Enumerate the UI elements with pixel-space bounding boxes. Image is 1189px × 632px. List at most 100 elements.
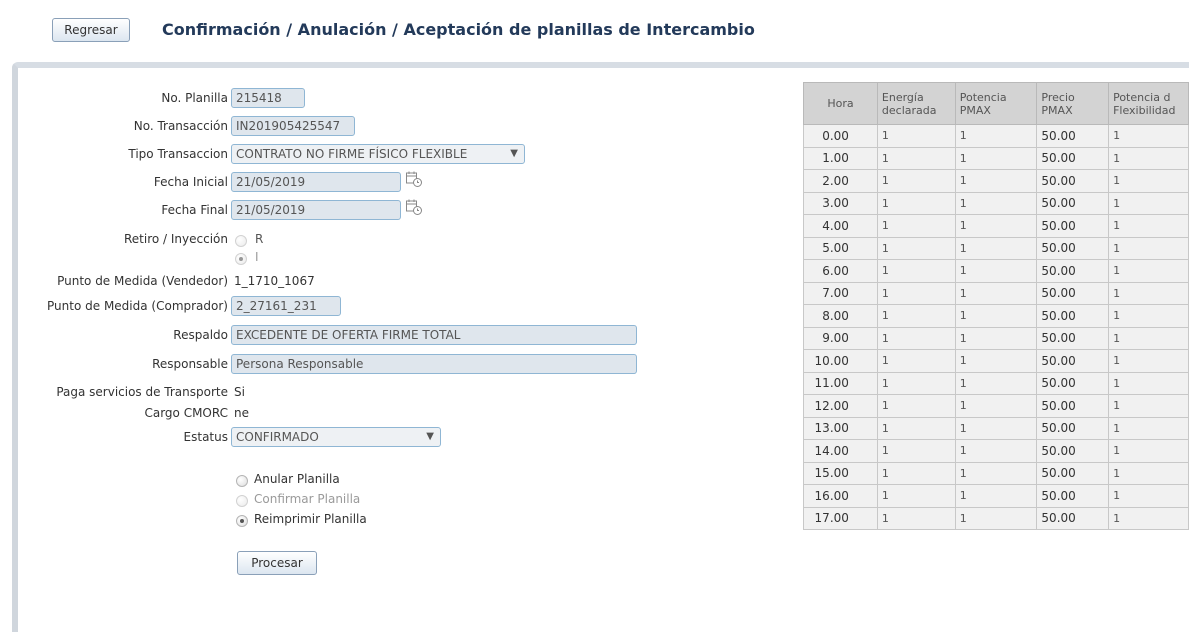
fecha-final-field[interactable]: 21/05/2019 [231,200,401,220]
cargo-cmorc-value: ne [234,406,249,420]
chevron-down-icon: ▼ [510,148,518,159]
confirmar-radio[interactable] [236,495,248,507]
table-cell: 1 [1108,124,1189,148]
column-header-text: Flexibilidad [1113,103,1176,117]
calendar-icon[interactable] [405,198,423,216]
table-cell: 50.00 [1036,439,1110,463]
table-cell: 1 [954,506,1038,530]
tipo-transaccion-select[interactable]: CONTRATO NO FIRME FÍSICO FLEXIBLE ▼ [231,144,525,164]
table-row: 14.00 1 1 50.00 1 [803,439,1189,463]
table-cell: 1 [1108,259,1189,283]
cargo-cmorc-label: Cargo CMORC [144,406,228,420]
column-header-text: declarada [881,103,937,117]
column-header-text: PMAX [959,103,991,117]
table-cell: 50.00 [1036,214,1110,238]
back-button[interactable]: Regresar [52,18,130,42]
table-cell: 1 [1108,484,1189,508]
table-cell: 5.00 [803,236,878,260]
table-cell: 1 [954,484,1038,508]
table-cell: 50.00 [1036,349,1110,373]
table-cell: 9.00 [803,326,878,350]
table-cell: 50.00 [1036,304,1110,328]
table-cell: 1 [1108,169,1189,193]
column-header-text: Precio [1041,90,1075,104]
table-cell: 1 [1108,146,1189,170]
respaldo-field[interactable]: EXCEDENTE DE OFERTA FIRME TOTAL [231,325,637,345]
table-cell: 16.00 [803,484,878,508]
respaldo-label: Respaldo [173,328,228,342]
fecha-inicial-label: Fecha Inicial [153,175,228,189]
page-title: Confirmación / Anulación / Aceptación de… [162,20,755,39]
punto-vendedor-label: Punto de Medida (Vendedor) [57,274,228,288]
table-cell: 1 [876,349,956,373]
table-cell: 50.00 [1036,484,1110,508]
punto-comprador-field[interactable]: 2_27161_231 [231,296,341,316]
table-cell: 1 [876,461,956,485]
reimprimir-radio-label: Reimprimir Planilla [254,512,367,526]
table-cell: 1 [876,214,956,238]
table-cell: 50.00 [1036,191,1110,215]
table-cell: 1 [954,281,1038,305]
punto-vendedor-value: 1_1710_1067 [234,274,315,288]
table-cell: 1 [1108,236,1189,260]
reimprimir-radio[interactable] [236,515,248,527]
paga-servicios-label: Paga servicios de Transporte [56,385,228,399]
table-row: 16.00 1 1 50.00 1 [803,484,1189,508]
table-cell: 1 [1108,394,1189,418]
punto-comprador-label: Punto de Medida (Comprador) [47,299,228,313]
table-row: 4.00 1 1 50.00 1 [803,214,1189,238]
table-cell: 1 [954,371,1038,395]
anular-radio-label: Anular Planilla [254,472,340,486]
table-cell: 0.00 [803,124,878,148]
table-cell: 1 [1108,416,1189,440]
fecha-inicial-field[interactable]: 21/05/2019 [231,172,401,192]
responsable-field[interactable]: Persona Responsable [231,354,637,374]
table-cell: 8.00 [803,304,878,328]
no-planilla-label: No. Planilla [161,91,228,105]
table-row: 11.00 1 1 50.00 1 [803,371,1189,395]
estatus-select[interactable]: CONFIRMADO ▼ [231,427,441,447]
fecha-final-label: Fecha Final [161,203,228,217]
column-header: Hora [803,82,878,125]
no-planilla-field[interactable]: 215418 [231,88,305,108]
table-cell: 1 [1108,461,1189,485]
table-cell: 1.00 [803,146,878,170]
table-row: 8.00 1 1 50.00 1 [803,304,1189,328]
calendar-icon[interactable] [405,170,423,188]
column-header: Potencia PMAX [954,82,1038,125]
inyeccion-radio[interactable] [235,253,247,265]
table-row: 3.00 1 1 50.00 1 [803,191,1189,215]
table-row: 5.00 1 1 50.00 1 [803,236,1189,260]
table-cell: 12.00 [803,394,878,418]
table-cell: 1 [954,394,1038,418]
table-cell: 1 [954,146,1038,170]
table-cell: 3.00 [803,191,878,215]
retiro-radio[interactable] [235,235,247,247]
table-body: 0.00 1 1 50.00 1 1.00 1 1 50.00 1 2.00 1 1 50.00 1 3.00… [803,124,1189,530]
table-cell: 50.00 [1036,259,1110,283]
table-row: 0.00 1 1 50.00 1 [803,124,1189,148]
table-row: 13.00 1 1 50.00 1 [803,416,1189,440]
table-cell: 1 [876,416,956,440]
table-cell: 1 [876,371,956,395]
table-row: 7.00 1 1 50.00 1 [803,281,1189,305]
table-cell: 1 [954,169,1038,193]
no-transaccion-field[interactable]: IN201905425547 [231,116,355,136]
table-cell: 1 [876,259,956,283]
table-cell: 1 [954,326,1038,350]
table-cell: 1 [876,169,956,193]
table-cell: 1 [954,304,1038,328]
table-cell: 1 [954,214,1038,238]
inyeccion-radio-label: I [255,250,259,264]
table-cell: 10.00 [803,349,878,373]
table-cell: 1 [1108,304,1189,328]
table-cell: 50.00 [1036,416,1110,440]
table-cell: 50.00 [1036,146,1110,170]
table-cell: 1 [954,124,1038,148]
table-cell: 1 [876,304,956,328]
table-cell: 50.00 [1036,236,1110,260]
anular-radio[interactable] [236,475,248,487]
hourly-data-table: Hora Energía declarada Potencia PMAX Precio PM… [803,82,1189,530]
estatus-value: CONFIRMADO [236,430,319,444]
procesar-button[interactable]: Procesar [237,551,317,575]
